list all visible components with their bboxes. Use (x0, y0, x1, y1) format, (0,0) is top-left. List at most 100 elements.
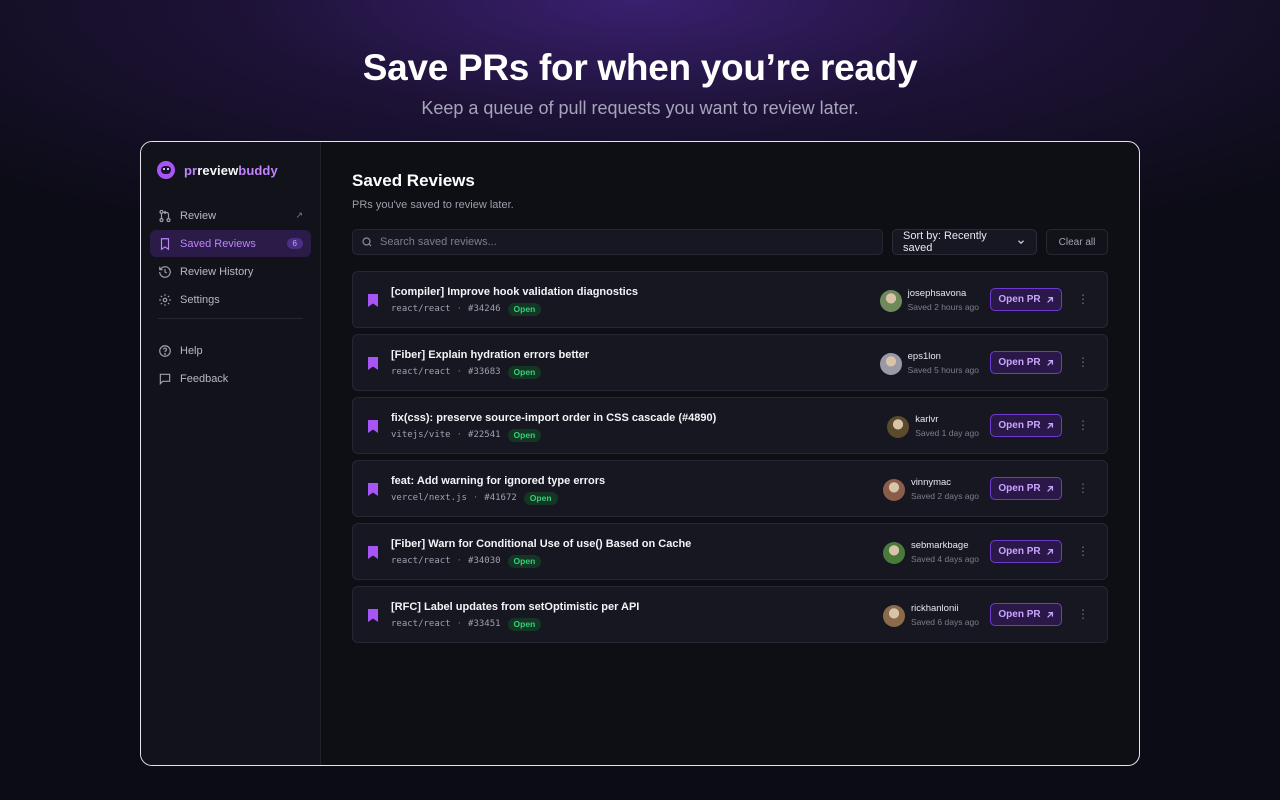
pr-number: #34246 (468, 304, 501, 314)
pr-title[interactable]: [compiler] Improve hook validation diagn… (391, 285, 638, 299)
status-badge: Open (507, 617, 542, 631)
status-badge: Open (523, 491, 558, 505)
pr-meta: vitejs/vite · #22541 Open (391, 428, 542, 442)
review-card[interactable]: [Fiber] Warn for Conditional Use of use(… (352, 523, 1108, 580)
search-input[interactable] (380, 236, 860, 248)
pr-title[interactable]: [Fiber] Warn for Conditional Use of use(… (391, 537, 691, 551)
avatar (879, 352, 902, 375)
status-badge: Open (507, 428, 542, 442)
more-options-icon[interactable]: ⋮ (1077, 607, 1089, 621)
avatar (887, 415, 910, 438)
review-card[interactable]: [compiler] Improve hook validation diagn… (352, 271, 1108, 328)
more-options-icon[interactable]: ⋮ (1077, 544, 1089, 558)
repo-name: react/react (391, 619, 451, 629)
git-pull-request-icon (158, 209, 172, 223)
author: josephsavona Saved 2 hours ago (879, 288, 979, 313)
review-card[interactable]: [Fiber] Explain hydration errors better … (352, 334, 1108, 391)
main-content: Saved Reviews PRs you've saved to review… (321, 142, 1139, 765)
sort-dropdown[interactable]: Sort by: Recently saved (892, 229, 1037, 255)
pr-meta: react/react · #34246 Open (391, 302, 542, 316)
author: sebmarkbage Saved 4 days ago (882, 540, 979, 565)
open-pr-button[interactable]: Open PR (990, 288, 1062, 311)
open-pr-button[interactable]: Open PR (990, 603, 1062, 626)
sidebar-item-settings[interactable]: Settings (150, 286, 311, 313)
review-card[interactable]: fix(css): preserve source-import order i… (352, 397, 1108, 454)
avatar (882, 541, 905, 564)
repo-name: react/react (391, 304, 451, 314)
sidebar-item-review-history[interactable]: Review History (150, 258, 311, 285)
sort-label: Sort by: Recently saved (903, 230, 987, 254)
separator: · (456, 619, 463, 629)
sidebar: prreviewbuddy Review ↗ Saved Reviews 6 R… (141, 142, 321, 765)
app-window: prreviewbuddy Review ↗ Saved Reviews 6 R… (140, 141, 1140, 766)
search-icon (361, 236, 373, 248)
bookmark-icon[interactable] (368, 357, 378, 370)
pr-number: #41672 (484, 493, 517, 503)
author: karlvr Saved 1 day ago (887, 414, 979, 439)
open-pr-label: Open PR (998, 420, 1041, 431)
pr-title[interactable]: [Fiber] Explain hydration errors better (391, 348, 589, 362)
bookmark-icon[interactable] (368, 420, 378, 433)
bookmark-icon[interactable] (368, 609, 378, 622)
brand[interactable]: prreviewbuddy (157, 160, 311, 180)
bookmark-icon[interactable] (368, 546, 378, 559)
sidebar-item-label: Help (180, 344, 203, 357)
open-pr-button[interactable]: Open PR (990, 540, 1062, 563)
sidebar-item-label: Saved Reviews (180, 237, 256, 250)
sidebar-item-help[interactable]: Help (150, 337, 311, 364)
pr-meta: vercel/next.js · #41672 Open (391, 491, 558, 505)
pr-title[interactable]: feat: Add warning for ignored type error… (391, 474, 605, 488)
logo-icon (157, 161, 175, 179)
pr-meta: react/react · #33683 Open (391, 365, 542, 379)
pr-number: #22541 (468, 430, 501, 440)
author: vinnymac Saved 2 days ago (882, 477, 979, 502)
status-badge: Open (507, 554, 542, 568)
separator: · (456, 430, 463, 440)
page-subtitle: PRs you've saved to review later. (352, 199, 514, 211)
review-card[interactable]: feat: Add warning for ignored type error… (352, 460, 1108, 517)
avatar (882, 604, 905, 627)
message-icon (158, 372, 172, 386)
help-circle-icon (158, 344, 172, 358)
open-pr-button[interactable]: Open PR (990, 414, 1062, 437)
saved-time: Saved 4 days ago (910, 554, 979, 564)
more-options-icon[interactable]: ⋮ (1077, 292, 1089, 306)
bookmark-icon[interactable] (368, 294, 378, 307)
gear-icon (158, 293, 172, 307)
avatar (882, 478, 905, 501)
repo-name: react/react (391, 556, 451, 566)
more-options-icon[interactable]: ⋮ (1077, 355, 1089, 369)
pr-title[interactable]: [RFC] Label updates from setOptimistic p… (391, 600, 639, 614)
saved-time: Saved 2 days ago (910, 491, 979, 501)
open-pr-button[interactable]: Open PR (990, 477, 1062, 500)
saved-time: Saved 1 day ago (915, 428, 979, 438)
repo-name: react/react (391, 367, 451, 377)
sidebar-item-saved-reviews[interactable]: Saved Reviews 6 (150, 230, 311, 257)
clear-all-button[interactable]: Clear all (1046, 229, 1108, 255)
review-card[interactable]: [RFC] Label updates from setOptimistic p… (352, 586, 1108, 643)
pr-title[interactable]: fix(css): preserve source-import order i… (391, 411, 716, 425)
open-pr-button[interactable]: Open PR (990, 351, 1062, 374)
sidebar-divider (158, 318, 303, 319)
hero-subtitle: Keep a queue of pull requests you want t… (421, 98, 859, 118)
hero: Save PRs for when you’re ready Keep a qu… (0, 46, 1280, 120)
chevron-down-icon (1016, 237, 1026, 247)
sidebar-item-review[interactable]: Review ↗ (150, 202, 311, 229)
more-options-icon[interactable]: ⋮ (1077, 418, 1089, 432)
arrow-up-right-icon (1046, 359, 1054, 367)
pr-meta: react/react · #34030 Open (391, 554, 542, 568)
separator: · (456, 367, 463, 377)
pr-meta: react/react · #33451 Open (391, 617, 542, 631)
open-pr-label: Open PR (998, 294, 1041, 305)
hero-title: Save PRs for when you’re ready (362, 47, 918, 88)
author: rickhanlonii Saved 6 days ago (882, 603, 979, 628)
more-options-icon[interactable]: ⋮ (1077, 481, 1089, 495)
sidebar-item-feedback[interactable]: Feedback (150, 365, 311, 392)
repo-name: vitejs/vite (391, 430, 451, 440)
arrow-up-right-icon (1046, 611, 1054, 619)
separator: · (472, 493, 479, 503)
bookmark-icon[interactable] (368, 483, 378, 496)
external-link-icon: ↗ (295, 210, 303, 220)
open-pr-label: Open PR (998, 609, 1041, 620)
status-badge: Open (507, 302, 542, 316)
